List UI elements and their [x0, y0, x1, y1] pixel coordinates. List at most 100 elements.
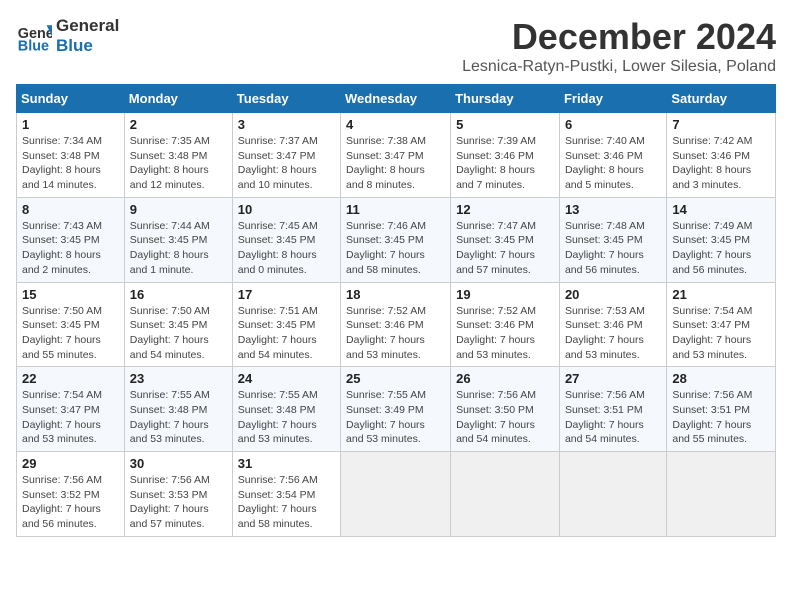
day-cell: 17Sunrise: 7:51 AM Sunset: 3:45 PM Dayli… — [232, 282, 340, 367]
day-info: Sunrise: 7:43 AM Sunset: 3:45 PM Dayligh… — [22, 219, 119, 278]
day-info: Sunrise: 7:40 AM Sunset: 3:46 PM Dayligh… — [565, 134, 661, 193]
day-number: 3 — [238, 117, 335, 132]
logo-text-blue: Blue — [56, 36, 119, 56]
day-info: Sunrise: 7:45 AM Sunset: 3:45 PM Dayligh… — [238, 219, 335, 278]
day-number: 1 — [22, 117, 119, 132]
week-row-3: 15 Sunrise: 7:50 AM Sunset: 3:45 PM Dayli… — [17, 282, 776, 367]
day-info: Sunrise: 7:50 AM Sunset: 3:45 PM Dayligh… — [22, 304, 119, 363]
day-info: Sunrise: 7:37 AM Sunset: 3:47 PM Dayligh… — [238, 134, 335, 193]
day-info: Sunrise: 7:56 AM Sunset: 3:51 PM Dayligh… — [672, 388, 770, 447]
day-info: Sunrise: 7:55 AM Sunset: 3:48 PM Dayligh… — [238, 388, 335, 447]
week-row-2: 8 Sunrise: 7:43 AM Sunset: 3:45 PM Daylig… — [17, 197, 776, 282]
day-cell — [559, 452, 666, 537]
day-cell: 3 Sunrise: 7:37 AM Sunset: 3:47 PM Daylig… — [232, 113, 340, 198]
day-number: 14 — [672, 202, 770, 217]
day-number: 25 — [346, 371, 445, 386]
day-number: 26 — [456, 371, 554, 386]
day-number: 8 — [22, 202, 119, 217]
day-info: Sunrise: 7:52 AM Sunset: 3:46 PM Dayligh… — [346, 304, 445, 363]
day-info: Sunrise: 7:44 AM Sunset: 3:45 PM Dayligh… — [130, 219, 227, 278]
weekday-header-sunday: Sunday — [17, 85, 125, 113]
day-info: Sunrise: 7:56 AM Sunset: 3:52 PM Dayligh… — [22, 473, 119, 532]
weekday-header-thursday: Thursday — [451, 85, 560, 113]
day-cell: 30 Sunrise: 7:56 AM Sunset: 3:53 PM Dayli… — [124, 452, 232, 537]
logo-icon: General Blue — [16, 18, 52, 54]
day-cell — [667, 452, 776, 537]
day-number: 23 — [130, 371, 227, 386]
day-number: 16 — [130, 287, 227, 302]
weekday-header-friday: Friday — [559, 85, 666, 113]
day-cell: 8 Sunrise: 7:43 AM Sunset: 3:45 PM Daylig… — [17, 197, 125, 282]
day-number: 29 — [22, 456, 119, 471]
day-cell: 31Sunrise: 7:56 AM Sunset: 3:54 PM Dayli… — [232, 452, 340, 537]
day-info: Sunrise: 7:38 AM Sunset: 3:47 PM Dayligh… — [346, 134, 445, 193]
day-cell: 26 Sunrise: 7:56 AM Sunset: 3:50 PM Dayli… — [451, 367, 560, 452]
day-info: Sunrise: 7:54 AM Sunset: 3:47 PM Dayligh… — [672, 304, 770, 363]
day-cell: 9 Sunrise: 7:44 AM Sunset: 3:45 PM Daylig… — [124, 197, 232, 282]
weekday-header-wednesday: Wednesday — [341, 85, 451, 113]
day-number: 11 — [346, 202, 445, 217]
day-info: Sunrise: 7:39 AM Sunset: 3:46 PM Dayligh… — [456, 134, 554, 193]
weekday-header-row: SundayMondayTuesdayWednesdayThursdayFrid… — [17, 85, 776, 113]
day-cell: 5 Sunrise: 7:39 AM Sunset: 3:46 PM Daylig… — [451, 113, 560, 198]
day-cell: 2Sunrise: 7:35 AM Sunset: 3:48 PM Daylig… — [124, 113, 232, 198]
day-cell: 12Sunrise: 7:47 AM Sunset: 3:45 PM Dayli… — [451, 197, 560, 282]
day-cell: 18 Sunrise: 7:52 AM Sunset: 3:46 PM Dayli… — [341, 282, 451, 367]
day-cell: 21 Sunrise: 7:54 AM Sunset: 3:47 PM Dayli… — [667, 282, 776, 367]
day-number: 5 — [456, 117, 554, 132]
day-cell: 19 Sunrise: 7:52 AM Sunset: 3:46 PM Dayli… — [451, 282, 560, 367]
day-cell: 24 Sunrise: 7:55 AM Sunset: 3:48 PM Dayli… — [232, 367, 340, 452]
day-info: Sunrise: 7:49 AM Sunset: 3:45 PM Dayligh… — [672, 219, 770, 278]
week-row-1: 1Sunrise: 7:34 AM Sunset: 3:48 PM Daylig… — [17, 113, 776, 198]
day-number: 2 — [130, 117, 227, 132]
day-info: Sunrise: 7:55 AM Sunset: 3:49 PM Dayligh… — [346, 388, 445, 447]
day-number: 7 — [672, 117, 770, 132]
day-cell: 6 Sunrise: 7:40 AM Sunset: 3:46 PM Daylig… — [559, 113, 666, 198]
day-info: Sunrise: 7:42 AM Sunset: 3:46 PM Dayligh… — [672, 134, 770, 193]
day-number: 17 — [238, 287, 335, 302]
logo-text: General — [56, 16, 119, 36]
day-info: Sunrise: 7:48 AM Sunset: 3:45 PM Dayligh… — [565, 219, 661, 278]
day-cell — [451, 452, 560, 537]
title-area: December 2024 Lesnica-Ratyn-Pustki, Lowe… — [462, 16, 776, 76]
day-cell: 4Sunrise: 7:38 AM Sunset: 3:47 PM Daylig… — [341, 113, 451, 198]
day-info: Sunrise: 7:54 AM Sunset: 3:47 PM Dayligh… — [22, 388, 119, 447]
day-info: Sunrise: 7:52 AM Sunset: 3:46 PM Dayligh… — [456, 304, 554, 363]
day-cell: 20Sunrise: 7:53 AM Sunset: 3:46 PM Dayli… — [559, 282, 666, 367]
day-cell: 15 Sunrise: 7:50 AM Sunset: 3:45 PM Dayli… — [17, 282, 125, 367]
day-number: 21 — [672, 287, 770, 302]
weekday-header-tuesday: Tuesday — [232, 85, 340, 113]
day-cell: 1Sunrise: 7:34 AM Sunset: 3:48 PM Daylig… — [17, 113, 125, 198]
page-header: General Blue General Blue December 2024 … — [16, 16, 776, 76]
day-cell: 10 Sunrise: 7:45 AM Sunset: 3:45 PM Dayli… — [232, 197, 340, 282]
day-number: 27 — [565, 371, 661, 386]
day-number: 28 — [672, 371, 770, 386]
day-number: 15 — [22, 287, 119, 302]
day-info: Sunrise: 7:56 AM Sunset: 3:53 PM Dayligh… — [130, 473, 227, 532]
day-info: Sunrise: 7:50 AM Sunset: 3:45 PM Dayligh… — [130, 304, 227, 363]
day-info: Sunrise: 7:46 AM Sunset: 3:45 PM Dayligh… — [346, 219, 445, 278]
day-number: 9 — [130, 202, 227, 217]
day-number: 30 — [130, 456, 227, 471]
day-info: Sunrise: 7:56 AM Sunset: 3:51 PM Dayligh… — [565, 388, 661, 447]
day-number: 6 — [565, 117, 661, 132]
day-info: Sunrise: 7:56 AM Sunset: 3:50 PM Dayligh… — [456, 388, 554, 447]
day-cell — [341, 452, 451, 537]
day-number: 24 — [238, 371, 335, 386]
day-cell: 29 Sunrise: 7:56 AM Sunset: 3:52 PM Dayli… — [17, 452, 125, 537]
day-info: Sunrise: 7:47 AM Sunset: 3:45 PM Dayligh… — [456, 219, 554, 278]
week-row-4: 22 Sunrise: 7:54 AM Sunset: 3:47 PM Dayli… — [17, 367, 776, 452]
day-number: 19 — [456, 287, 554, 302]
day-cell: 16 Sunrise: 7:50 AM Sunset: 3:45 PM Dayli… — [124, 282, 232, 367]
day-number: 20 — [565, 287, 661, 302]
day-cell: 28 Sunrise: 7:56 AM Sunset: 3:51 PM Dayli… — [667, 367, 776, 452]
day-info: Sunrise: 7:55 AM Sunset: 3:48 PM Dayligh… — [130, 388, 227, 447]
day-number: 22 — [22, 371, 119, 386]
day-cell: 22 Sunrise: 7:54 AM Sunset: 3:47 PM Dayli… — [17, 367, 125, 452]
day-number: 10 — [238, 202, 335, 217]
month-title: December 2024 — [462, 16, 776, 58]
day-cell: 14 Sunrise: 7:49 AM Sunset: 3:45 PM Dayli… — [667, 197, 776, 282]
day-cell: 25 Sunrise: 7:55 AM Sunset: 3:49 PM Dayli… — [341, 367, 451, 452]
day-number: 18 — [346, 287, 445, 302]
day-info: Sunrise: 7:56 AM Sunset: 3:54 PM Dayligh… — [238, 473, 335, 532]
